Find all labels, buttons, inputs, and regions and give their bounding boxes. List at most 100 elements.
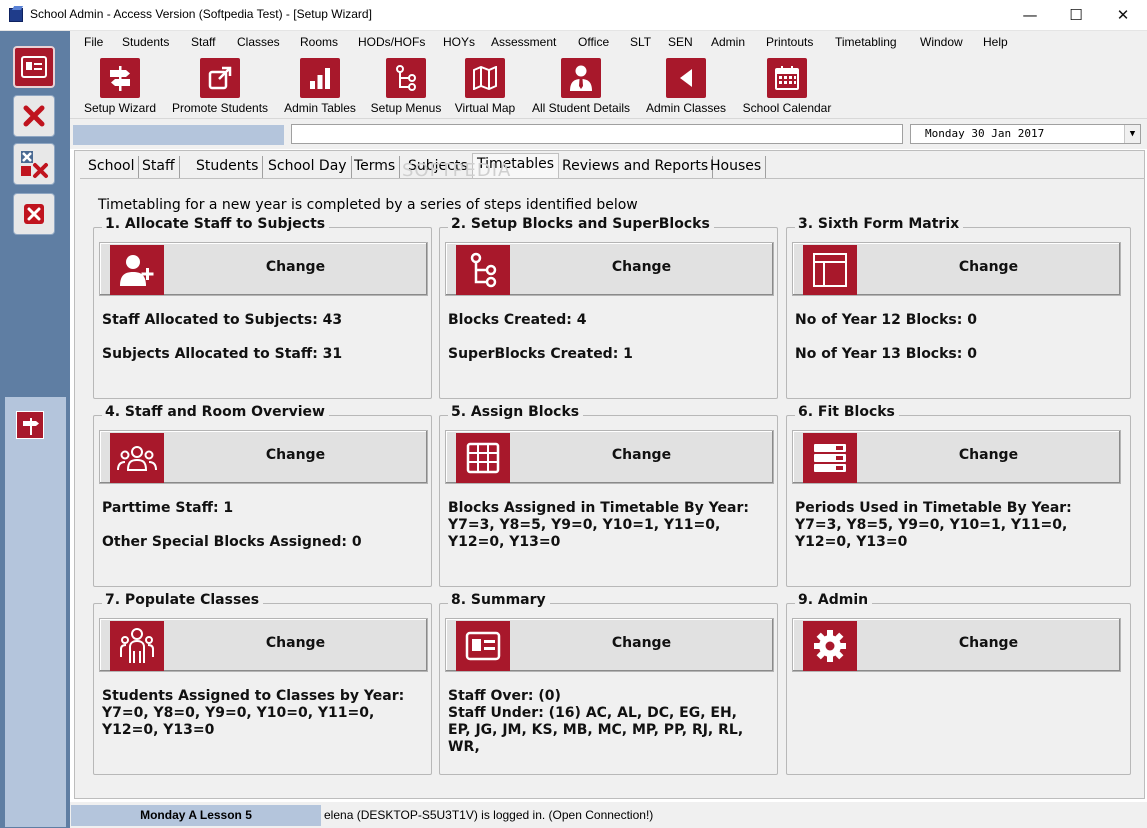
- exit-rail-button[interactable]: [13, 193, 55, 235]
- virtual-map-button[interactable]: Virtual Map: [452, 58, 518, 118]
- admin-change-button[interactable]: Change: [792, 618, 1121, 672]
- menu-printouts[interactable]: Printouts: [766, 35, 813, 49]
- back-arrow-icon: [666, 58, 706, 98]
- setup-menus-button[interactable]: Setup Menus: [367, 58, 445, 118]
- group-title: 2. Setup Blocks and SuperBlocks: [448, 216, 714, 232]
- populate-classes-change-button[interactable]: Change: [99, 618, 428, 672]
- promote-students-button[interactable]: Promote Students: [168, 58, 272, 118]
- menu-classes[interactable]: Classes: [237, 35, 280, 49]
- allocate-staff-change-button[interactable]: Change: [99, 242, 428, 296]
- all-student-details-label: All Student Details: [531, 101, 631, 115]
- summary-change-button[interactable]: Change: [445, 618, 774, 672]
- search-input[interactable]: [291, 124, 903, 144]
- parttime-staff-text: Parttime Staff: 1: [102, 500, 234, 516]
- tab-reviews-and-reports[interactable]: Reviews and Reports: [558, 156, 714, 178]
- group-fit-blocks: 6. Fit Blocks Change Periods Used in Tim…: [786, 404, 1131, 587]
- date-select-value: Monday 30 Jan 2017: [925, 127, 1045, 140]
- change-label: Change: [958, 259, 1019, 275]
- admin-classes-label: Admin Classes: [645, 101, 727, 115]
- menu-office[interactable]: Office: [578, 35, 609, 49]
- special-blocks-text: Other Special Blocks Assigned: 0: [102, 534, 362, 550]
- staff-room-change-button[interactable]: Change: [99, 430, 428, 484]
- chevron-down-icon[interactable]: ▼: [1124, 125, 1140, 143]
- group-admin: 9. Admin Change: [786, 592, 1131, 775]
- close-button[interactable]: ✕: [1100, 0, 1146, 31]
- cancel-icon: [24, 204, 44, 224]
- left-rail: [0, 31, 70, 828]
- assign-blocks-change-button[interactable]: Change: [445, 430, 774, 484]
- menu-hoys[interactable]: HOYs: [443, 35, 475, 49]
- minimize-button[interactable]: —: [1007, 0, 1053, 31]
- menu-file[interactable]: File: [84, 35, 103, 49]
- admin-tables-button[interactable]: Admin Tables: [281, 58, 359, 118]
- admin-classes-button[interactable]: Admin Classes: [643, 58, 729, 118]
- external-arrow-icon: [200, 58, 240, 98]
- staff-allocated-text: Staff Allocated to Subjects: 43: [102, 312, 343, 328]
- gear-icon: [803, 621, 857, 671]
- group-title: 6. Fit Blocks: [795, 404, 899, 420]
- grid-icon: [456, 433, 510, 483]
- fit-blocks-change-button[interactable]: Change: [792, 430, 1121, 484]
- menu-assessment[interactable]: Assessment: [491, 35, 556, 49]
- menu-admin[interactable]: Admin: [711, 35, 745, 49]
- id-card-rail-button[interactable]: [13, 46, 55, 88]
- tab-school[interactable]: School: [84, 156, 140, 178]
- group-summary: 8. Summary Change Staff Over: (0) Staff …: [439, 592, 778, 775]
- signpost-icon: [23, 418, 39, 435]
- close-all-rail-button[interactable]: [13, 143, 55, 185]
- change-label: Change: [611, 447, 672, 463]
- id-card-icon: [456, 621, 510, 671]
- group-assign-blocks: 5. Assign Blocks Change Blocks Assigned …: [439, 404, 778, 587]
- tab-strip-line: [80, 178, 1145, 179]
- change-label: Change: [611, 635, 672, 651]
- tab-houses[interactable]: Houses: [706, 156, 767, 178]
- current-lesson: Monday A Lesson 5: [71, 805, 321, 826]
- red-x-icon: [23, 105, 45, 127]
- tab-school-day[interactable]: School Day: [264, 156, 352, 178]
- menu-students[interactable]: Students: [122, 35, 169, 49]
- menu-window[interactable]: Window: [920, 35, 963, 49]
- change-label: Change: [611, 259, 672, 275]
- staff-summary-text: Staff Over: (0) Staff Under: (16) AC, AL…: [448, 688, 744, 755]
- school-calendar-button[interactable]: School Calendar: [737, 58, 837, 118]
- person-tie-icon: [561, 58, 601, 98]
- all-student-details-button[interactable]: All Student Details: [526, 58, 636, 118]
- setup-wizard-shortcut[interactable]: [16, 411, 44, 439]
- group-title: 8. Summary: [448, 592, 550, 608]
- rail-shortcut-panel: [5, 397, 66, 827]
- setup-wizard-label: Setup Wizard: [83, 101, 157, 115]
- date-select[interactable]: Monday 30 Jan 2017 ▼: [910, 124, 1141, 144]
- change-label: Change: [265, 635, 326, 651]
- menu-slt[interactable]: SLT: [630, 35, 651, 49]
- calendar-icon: [767, 58, 807, 98]
- close-form-rail-button[interactable]: [13, 95, 55, 137]
- flow-icon: [456, 245, 510, 295]
- signpost-icon: [100, 58, 140, 98]
- id-card-icon: [21, 56, 47, 78]
- setup-wizard-button[interactable]: Setup Wizard: [80, 58, 160, 118]
- maximize-button[interactable]: ☐: [1053, 0, 1099, 31]
- multi-close-icon: [21, 151, 48, 178]
- menu-staff[interactable]: Staff: [191, 35, 215, 49]
- menu-sen[interactable]: SEN: [668, 35, 693, 49]
- sixth-form-change-button[interactable]: Change: [792, 242, 1121, 296]
- menu-hods-hofs[interactable]: HODs/HOFs: [358, 35, 425, 49]
- menu-help[interactable]: Help: [983, 35, 1008, 49]
- class-icon: [110, 621, 164, 671]
- change-label: Change: [958, 447, 1019, 463]
- menu-rooms[interactable]: Rooms: [300, 35, 338, 49]
- tab-students[interactable]: Students: [192, 156, 264, 178]
- blocks-created-text: Blocks Created: 4: [448, 312, 587, 328]
- menu-timetabling[interactable]: Timetabling: [835, 35, 897, 49]
- softpedia-watermark: SOFTPEDIA: [402, 160, 512, 181]
- setup-blocks-change-button[interactable]: Change: [445, 242, 774, 296]
- group-title: 7. Populate Classes: [102, 592, 264, 608]
- superblocks-created-text: SuperBlocks Created: 1: [448, 346, 633, 362]
- school-calendar-label: School Calendar: [742, 101, 832, 115]
- record-indicator: [73, 125, 284, 145]
- year12-blocks-text: No of Year 12 Blocks: 0: [795, 312, 977, 328]
- change-label: Change: [265, 447, 326, 463]
- tab-staff[interactable]: Staff: [138, 156, 180, 178]
- group-title: 9. Admin: [795, 592, 873, 608]
- tab-terms[interactable]: Terms: [350, 156, 401, 178]
